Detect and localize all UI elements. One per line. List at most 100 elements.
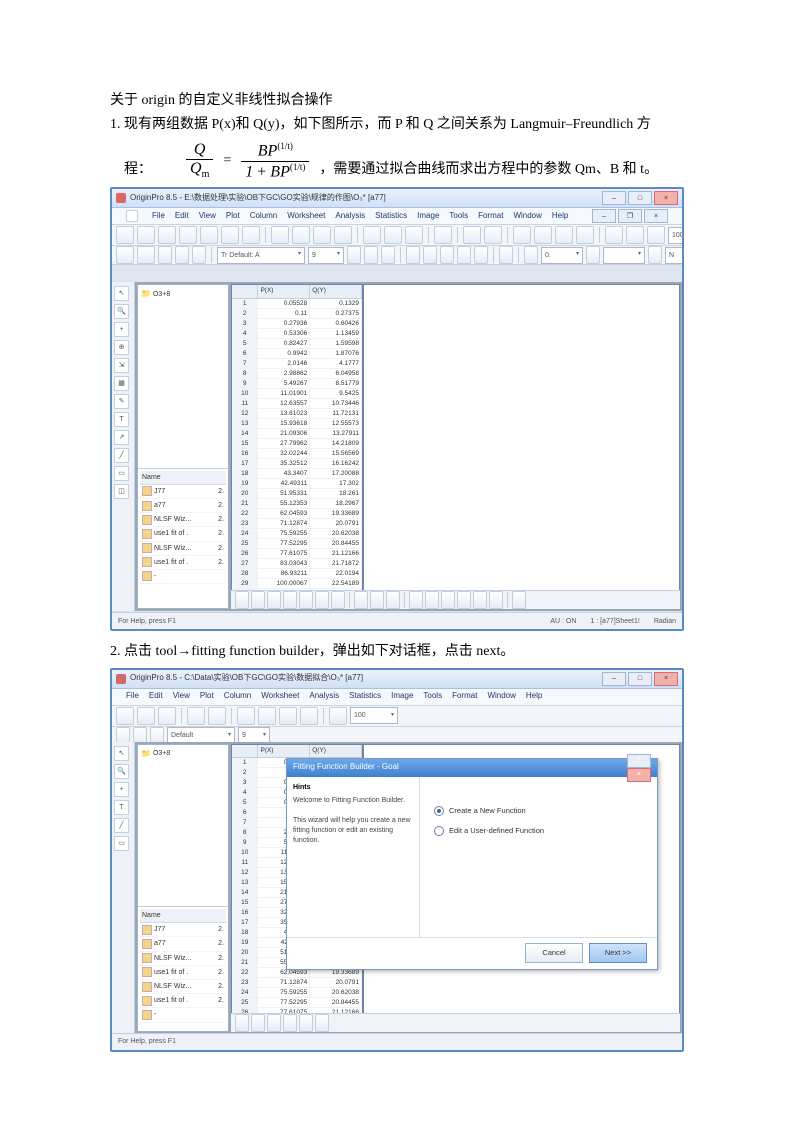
pie-plot-button[interactable] [331,591,345,609]
reader-icon-2[interactable]: + [114,782,129,797]
minimize-button[interactable]: – [602,191,626,205]
table-row[interactable]: 2577.5229520.84455 [232,998,362,1008]
import-ascii-button[interactable] [384,226,402,244]
menu-image[interactable]: Image [417,210,439,223]
draw-data-icon[interactable]: ✎ [114,394,129,409]
pointer-tool-icon-2[interactable]: ↖ [114,746,129,761]
contour-plot-button[interactable] [370,591,384,609]
tb2-open[interactable] [137,707,155,725]
rect-tool-icon-2[interactable]: ▭ [114,836,129,851]
table-row[interactable]: 2886.9321122.0194 [232,569,362,579]
open-template-button[interactable] [292,226,310,244]
table-row[interactable]: 20.110.27375 [232,309,362,319]
vector-plot-button[interactable] [425,591,439,609]
menu2-view[interactable]: View [173,690,190,703]
project-item[interactable]: NLSF Wiz...2. [140,513,226,527]
line-tool-icon[interactable]: ╱ [114,448,129,463]
table-row[interactable]: 1112.6355710.73446 [232,399,362,409]
tb2-pe[interactable] [237,707,255,725]
subscript-button[interactable] [423,246,437,264]
table-row[interactable]: 2371.1287420.0791 [232,978,362,988]
project-item[interactable]: use1 fit of .2. [140,527,226,541]
copy-button[interactable] [175,246,189,264]
results-log-button[interactable] [534,226,552,244]
table-row[interactable]: 1632.0224415.56569 [232,449,362,459]
text-tool-icon[interactable]: T [114,412,129,427]
table-row[interactable]: 2262.0459319.33689 [232,509,362,519]
table-row[interactable]: 29100.0006722.54189 [232,579,362,589]
fill-dropdown[interactable]: ▾ [603,247,645,264]
table-row[interactable]: 72.01464.1777 [232,359,362,369]
rectangle-tool-icon[interactable]: ▭ [114,466,129,481]
table-row[interactable]: 2155.1235318.2967 [232,499,362,509]
radio-icon[interactable] [434,806,444,816]
font-size-dropdown[interactable]: 9▾ [308,247,344,264]
polar-plot-button[interactable] [457,591,471,609]
table-row[interactable]: 1421.0930613.27911 [232,429,362,439]
tb2-refresh[interactable] [329,707,347,725]
menu-column[interactable]: Column [250,210,278,223]
project-item[interactable]: use1 fit of .2. [140,556,226,570]
decrease-font-button[interactable] [474,246,488,264]
project-explorer-button[interactable] [513,226,531,244]
maximize-button-2[interactable]: □ [628,672,652,686]
line-symbol-button[interactable] [267,591,281,609]
project-folder-2[interactable]: O3+8 [141,748,225,761]
underline-button[interactable] [381,246,395,264]
refresh-button[interactable] [626,226,644,244]
menu-window[interactable]: Window [513,210,541,223]
zoom-in-button[interactable] [137,246,155,264]
superscript-button[interactable] [406,246,420,264]
table-row[interactable]: 2475.5925520.62038 [232,988,362,998]
new-excel-button[interactable] [158,226,176,244]
close-button-2[interactable]: × [654,672,678,686]
import-multi-button[interactable] [405,226,423,244]
line-color-button[interactable] [586,246,600,264]
line-style-button[interactable] [524,246,538,264]
new-workbook-button[interactable] [137,226,155,244]
zoom-tool-icon[interactable]: 🔍 [114,304,129,319]
recalculate-button[interactable] [434,226,452,244]
tb2-zoom[interactable]: 100▾ [350,707,398,724]
paste-button[interactable] [192,246,206,264]
data-selector-icon[interactable]: ⇲ [114,358,129,373]
duplicate-button[interactable] [647,226,665,244]
mdi-close-button[interactable]: × [644,209,668,223]
new-project-button[interactable] [116,226,134,244]
gt2-5[interactable] [299,1014,313,1032]
project-item[interactable]: - [140,570,226,584]
mdi-minimize-button[interactable]: – [592,209,616,223]
minimize-button-2[interactable]: – [602,672,626,686]
col-header-p[interactable]: P(X) [258,285,310,297]
dialog-help-button[interactable]: ? [627,754,651,768]
table-row[interactable]: 2475.5925520.62038 [232,529,362,539]
project-item[interactable]: - [140,1008,226,1022]
print-button[interactable] [463,226,481,244]
table-row[interactable]: 1843.340717.20088 [232,469,362,479]
menu-worksheet[interactable]: Worksheet [287,210,325,223]
project-item[interactable]: a772. [140,937,226,951]
arrow-tool-icon[interactable]: ↗ [114,430,129,445]
project-item[interactable]: a772. [140,499,226,513]
column-plot-button[interactable] [283,591,297,609]
waterfall-plot-button[interactable] [473,591,487,609]
gt2-3[interactable] [267,1014,281,1032]
tb2-cmd[interactable] [279,707,297,725]
image-plot-button[interactable] [386,591,400,609]
menu-format[interactable]: Format [478,210,503,223]
table-row[interactable]: 95.492678.51779 [232,379,362,389]
bold-button[interactable] [347,246,361,264]
gt2-4[interactable] [283,1014,297,1032]
data-reader-icon[interactable]: + [114,322,129,337]
new-graph-button[interactable] [179,226,197,244]
menu-plot[interactable]: Plot [226,210,240,223]
code-builder-button[interactable] [576,226,594,244]
col-header-q[interactable]: Q(Y) [310,285,362,297]
screen-reader-icon[interactable]: ⊕ [114,340,129,355]
project-item[interactable]: NLSF Wiz...2. [140,952,226,966]
gt2-6[interactable] [315,1014,329,1032]
menu2-window[interactable]: Window [487,690,515,703]
table-row[interactable]: 50.824271.59598 [232,339,362,349]
area-plot-button[interactable] [315,591,329,609]
next-button[interactable]: Next >> [589,943,647,963]
